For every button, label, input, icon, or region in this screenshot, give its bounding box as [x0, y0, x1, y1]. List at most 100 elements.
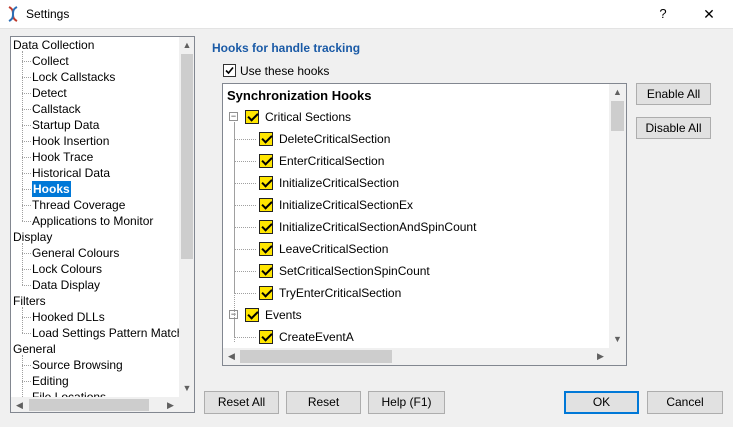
dna-icon: [8, 6, 18, 22]
tree-connector: [22, 317, 31, 318]
hook-checkbox[interactable]: [259, 286, 273, 300]
hook-label: InitializeCriticalSectionAndSpinCount: [279, 220, 477, 234]
tree-item[interactable]: Lock Colours: [32, 261, 102, 277]
hook-label: DeleteCriticalSection: [279, 132, 391, 146]
scroll-right-icon[interactable]: ▶: [162, 397, 179, 412]
scroll-corner: [179, 397, 194, 412]
checkmark-icon: [225, 66, 234, 75]
tree-connector: [22, 333, 31, 334]
hook-label: InitializeCriticalSectionEx: [279, 198, 414, 212]
hook-checkbox[interactable]: [259, 154, 273, 168]
scroll-down-icon[interactable]: ▼: [609, 331, 626, 348]
tree-item[interactable]: Historical Data: [32, 165, 110, 181]
category-list: Data Collection Collect Lock Callstacks Det…: [11, 37, 179, 397]
hook-label: CreateEventA: [279, 330, 354, 344]
scroll-thumb-horizontal[interactable]: [240, 350, 392, 363]
hook-label: SetCriticalSectionSpinCount: [279, 264, 430, 278]
tree-item[interactable]: Hooks: [32, 181, 71, 197]
tree-item[interactable]: Data Display: [32, 277, 100, 293]
tree-connector: [22, 51, 23, 221]
tree-connector: [22, 221, 31, 222]
tree-item[interactable]: File Locations: [32, 389, 106, 397]
cancel-button[interactable]: Cancel: [647, 391, 723, 414]
help-button[interactable]: Help (F1): [368, 391, 445, 414]
close-button[interactable]: ✕: [692, 3, 726, 25]
tree-category[interactable]: Data Collection: [13, 37, 94, 53]
scroll-up-icon[interactable]: ▲: [179, 37, 194, 54]
tree-item[interactable]: Editing: [32, 373, 69, 389]
hook-checkbox[interactable]: [245, 110, 259, 124]
scroll-corner: [609, 348, 626, 365]
hooks-tree-panel: Synchronization Hooks Critical Sections −…: [222, 83, 627, 366]
category-vertical-scrollbar[interactable]: ▲ ▼: [179, 37, 194, 397]
scroll-up-icon[interactable]: ▲: [609, 84, 626, 101]
scroll-left-icon[interactable]: ◀: [11, 397, 28, 412]
scroll-left-icon[interactable]: ◀: [223, 348, 240, 365]
tree-category[interactable]: Filters: [13, 293, 46, 309]
scroll-right-icon[interactable]: ▶: [592, 348, 609, 365]
tree-connector: [22, 269, 31, 270]
tree-category[interactable]: General: [13, 341, 56, 357]
tree-connector: [234, 183, 256, 184]
scroll-thumb-horizontal[interactable]: [29, 399, 149, 411]
hooks-vertical-scrollbar[interactable]: ▲ ▼: [609, 84, 626, 348]
tree-connector: [234, 271, 256, 272]
disable-all-button[interactable]: Disable All: [636, 117, 711, 139]
tree-connector: [22, 141, 31, 142]
hook-checkbox[interactable]: [259, 176, 273, 190]
hook-checkbox[interactable]: [245, 308, 259, 322]
tree-connector: [234, 227, 256, 228]
section-title: Hooks for handle tracking: [212, 41, 361, 55]
hooks-tree: Critical Sections − DeleteCriticalSection E…: [223, 84, 609, 350]
tree-connector: [234, 205, 256, 206]
category-horizontal-scrollbar[interactable]: ◀ ▶: [11, 397, 179, 412]
tree-item[interactable]: Callstack: [32, 101, 81, 117]
tree-connector: [234, 249, 256, 250]
tree-connector: [22, 365, 31, 366]
tree-item[interactable]: Hooked DLLs: [32, 309, 105, 325]
tree-connector: [234, 337, 256, 338]
tree-item[interactable]: Detect: [32, 85, 67, 101]
hooks-horizontal-scrollbar[interactable]: ◀ ▶: [223, 348, 609, 365]
use-hooks-checkbox[interactable]: [223, 64, 236, 77]
hook-checkbox[interactable]: [259, 198, 273, 212]
tree-connector: [22, 77, 31, 78]
scroll-down-icon[interactable]: ▼: [179, 380, 194, 397]
hook-checkbox[interactable]: [259, 132, 273, 146]
hook-label: LeaveCriticalSection: [279, 242, 389, 256]
tree-item[interactable]: Lock Callstacks: [32, 69, 115, 85]
enable-all-button[interactable]: Enable All: [636, 83, 711, 105]
hook-checkbox[interactable]: [259, 264, 273, 278]
tree-item[interactable]: Thread Coverage: [32, 197, 125, 213]
tree-item[interactable]: Applications to Monitor: [32, 213, 153, 229]
ok-button[interactable]: OK: [564, 391, 639, 414]
collapse-icon[interactable]: −: [229, 112, 238, 121]
tree-connector: [22, 189, 31, 190]
reset-all-button[interactable]: Reset All: [204, 391, 279, 414]
tree-item[interactable]: Source Browsing: [32, 357, 123, 373]
tree-connector: [22, 285, 31, 286]
scroll-thumb[interactable]: [611, 101, 624, 131]
tree-connector: [234, 293, 256, 294]
hook-label: InitializeCriticalSection: [279, 176, 400, 190]
help-title-button[interactable]: ?: [648, 3, 678, 25]
tree-item[interactable]: General Colours: [32, 245, 119, 261]
tree-category[interactable]: Display: [13, 229, 52, 245]
reset-button[interactable]: Reset: [286, 391, 361, 414]
scroll-thumb[interactable]: [181, 54, 193, 259]
settings-category-tree: Data Collection Collect Lock Callstacks Det…: [10, 36, 195, 413]
tree-item[interactable]: Hook Insertion: [32, 133, 109, 149]
hook-checkbox[interactable]: [259, 330, 273, 344]
tree-connector: [22, 253, 31, 254]
hook-checkbox[interactable]: [259, 220, 273, 234]
title-bar: Settings ? ✕: [0, 0, 733, 29]
tree-connector: [22, 125, 31, 126]
tree-item[interactable]: Hook Trace: [32, 149, 93, 165]
hook-label: Events: [265, 308, 302, 322]
tree-item[interactable]: Load Settings Pattern Match: [32, 325, 179, 341]
tree-item[interactable]: Collect: [32, 53, 69, 69]
tree-item[interactable]: Startup Data: [32, 117, 99, 133]
tree-connector: [22, 307, 23, 333]
tree-connector: [234, 161, 256, 162]
hook-checkbox[interactable]: [259, 242, 273, 256]
